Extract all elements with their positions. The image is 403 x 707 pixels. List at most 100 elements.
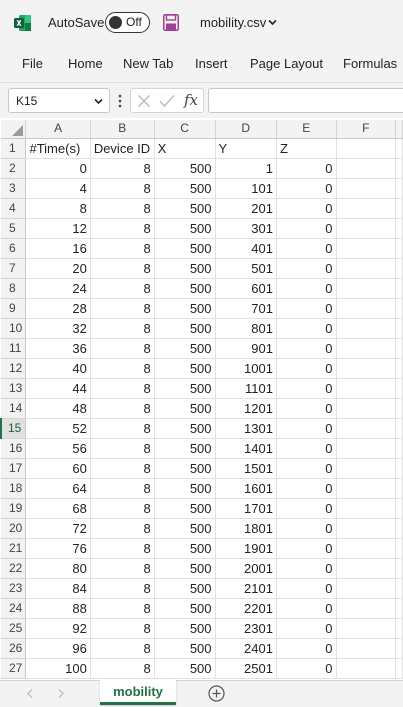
- cell-d7[interactable]: 501: [215, 258, 277, 279]
- row-header[interactable]: 17: [1, 458, 27, 479]
- cell-b13[interactable]: 8: [90, 378, 155, 399]
- cell-e8[interactable]: 0: [276, 278, 337, 299]
- cell-a7[interactable]: 20: [25, 258, 91, 279]
- cell-d3[interactable]: 101: [215, 178, 277, 199]
- chevron-down-icon[interactable]: [268, 19, 277, 26]
- cell-overflow[interactable]: [395, 198, 403, 219]
- cell-a9[interactable]: 28: [25, 298, 91, 319]
- cell-e3[interactable]: 0: [276, 178, 337, 199]
- cell-d27[interactable]: 2501: [215, 658, 277, 679]
- cell-b9[interactable]: 8: [90, 298, 155, 319]
- cell-d12[interactable]: 1001: [215, 358, 277, 379]
- cell-overflow[interactable]: [395, 338, 403, 359]
- cell-e19[interactable]: 0: [276, 498, 337, 519]
- row-header[interactable]: 7: [1, 258, 27, 279]
- cell-f8[interactable]: [336, 278, 396, 299]
- cell-c7[interactable]: 500: [154, 258, 216, 279]
- cell-c27[interactable]: 500: [154, 658, 216, 679]
- cell-b15[interactable]: 8: [90, 418, 155, 439]
- cell-c3[interactable]: 500: [154, 178, 216, 199]
- cell-a13[interactable]: 44: [25, 378, 91, 399]
- cell-f1[interactable]: [336, 138, 396, 159]
- row-header[interactable]: 19: [1, 498, 27, 519]
- cell-overflow[interactable]: [395, 638, 403, 659]
- cell-overflow[interactable]: [395, 598, 403, 619]
- cell-d4[interactable]: 201: [215, 198, 277, 219]
- cell-d5[interactable]: 301: [215, 218, 277, 239]
- cell-a22[interactable]: 80: [25, 558, 91, 579]
- cell-f19[interactable]: [336, 498, 396, 519]
- cell-b7[interactable]: 8: [90, 258, 155, 279]
- cell-f9[interactable]: [336, 298, 396, 319]
- cell-overflow[interactable]: [395, 278, 403, 299]
- cell-overflow[interactable]: [395, 538, 403, 559]
- cell-e2[interactable]: 0: [276, 158, 337, 179]
- cell-b16[interactable]: 8: [90, 438, 155, 459]
- cell-c22[interactable]: 500: [154, 558, 216, 579]
- cell-c6[interactable]: 500: [154, 238, 216, 259]
- row-header[interactable]: 10: [1, 318, 27, 339]
- column-header-d[interactable]: D: [215, 120, 277, 139]
- column-header-b[interactable]: B: [90, 120, 155, 139]
- cell-c9[interactable]: 500: [154, 298, 216, 319]
- cell-f23[interactable]: [336, 578, 396, 599]
- cell-d13[interactable]: 1101: [215, 378, 277, 399]
- sheet-tab-mobility[interactable]: mobility: [100, 680, 176, 705]
- cell-overflow[interactable]: [395, 618, 403, 639]
- column-header-a[interactable]: A: [25, 120, 91, 139]
- cancel-icon[interactable]: [137, 94, 151, 108]
- cell-f3[interactable]: [336, 178, 396, 199]
- cell-c13[interactable]: 500: [154, 378, 216, 399]
- cell-a17[interactable]: 60: [25, 458, 91, 479]
- cell-f24[interactable]: [336, 598, 396, 619]
- cell-f17[interactable]: [336, 458, 396, 479]
- cell-b11[interactable]: 8: [90, 338, 155, 359]
- cell-d10[interactable]: 801: [215, 318, 277, 339]
- cell-c11[interactable]: 500: [154, 338, 216, 359]
- cell-d11[interactable]: 901: [215, 338, 277, 359]
- cell-e14[interactable]: 0: [276, 398, 337, 419]
- cell-b5[interactable]: 8: [90, 218, 155, 239]
- cell-b1[interactable]: Device ID: [90, 138, 155, 159]
- cell-e7[interactable]: 0: [276, 258, 337, 279]
- cell-f13[interactable]: [336, 378, 396, 399]
- cell-f5[interactable]: [336, 218, 396, 239]
- cell-b26[interactable]: 8: [90, 638, 155, 659]
- row-header[interactable]: 14: [1, 398, 27, 419]
- row-header[interactable]: 11: [1, 338, 27, 359]
- cell-f21[interactable]: [336, 538, 396, 559]
- column-header-f[interactable]: F: [336, 120, 396, 139]
- more-options-icon[interactable]: [118, 94, 122, 108]
- cell-d20[interactable]: 1801: [215, 518, 277, 539]
- cell-a19[interactable]: 68: [25, 498, 91, 519]
- cell-f22[interactable]: [336, 558, 396, 579]
- column-header-c[interactable]: C: [154, 120, 216, 139]
- formula-input[interactable]: [208, 88, 403, 113]
- cell-d19[interactable]: 1701: [215, 498, 277, 519]
- tab-insert[interactable]: Insert: [195, 56, 228, 71]
- cell-a8[interactable]: 24: [25, 278, 91, 299]
- cell-b6[interactable]: 8: [90, 238, 155, 259]
- cell-overflow[interactable]: [395, 318, 403, 339]
- cell-e25[interactable]: 0: [276, 618, 337, 639]
- row-header[interactable]: 8: [1, 278, 27, 299]
- cell-b21[interactable]: 8: [90, 538, 155, 559]
- row-header[interactable]: 24: [1, 598, 27, 619]
- scroll-left-icon[interactable]: [27, 689, 33, 698]
- enter-check-icon[interactable]: [159, 94, 175, 108]
- row-header[interactable]: 20: [1, 518, 27, 539]
- cell-d2[interactable]: 1: [215, 158, 277, 179]
- tab-home[interactable]: Home: [68, 56, 103, 71]
- cell-a11[interactable]: 36: [25, 338, 91, 359]
- cell-overflow[interactable]: [395, 518, 403, 539]
- cell-d16[interactable]: 1401: [215, 438, 277, 459]
- select-all-button[interactable]: [1, 120, 27, 139]
- cell-f26[interactable]: [336, 638, 396, 659]
- cell-b22[interactable]: 8: [90, 558, 155, 579]
- cell-e18[interactable]: 0: [276, 478, 337, 499]
- cell-c24[interactable]: 500: [154, 598, 216, 619]
- cell-f14[interactable]: [336, 398, 396, 419]
- cell-e20[interactable]: 0: [276, 518, 337, 539]
- row-header[interactable]: 27: [1, 658, 27, 679]
- cell-b23[interactable]: 8: [90, 578, 155, 599]
